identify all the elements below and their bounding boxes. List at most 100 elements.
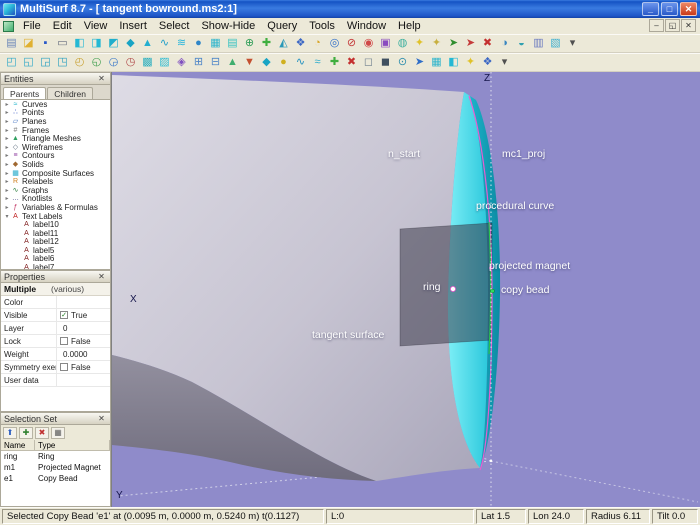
close-icon[interactable]: ✕ <box>96 74 107 83</box>
property-value[interactable]: True <box>57 311 110 320</box>
entities-tree[interactable]: ▸ ≈ Curves ▸ ∴ Points ▸ ▱ <box>0 99 111 270</box>
toolbar-button[interactable]: ▲ <box>224 54 241 71</box>
mdi-restore-button[interactable]: ◱ <box>665 19 680 32</box>
label-ring[interactable]: ring <box>423 281 441 293</box>
toolbar-button[interactable]: ⊞ <box>190 54 207 71</box>
tree-item[interactable]: ▸ ≈ Curves <box>1 100 110 109</box>
tree-item[interactable]: ▸ ≡ Contours <box>1 152 110 161</box>
property-row[interactable]: Layer 0 <box>1 322 110 335</box>
property-checkbox[interactable] <box>60 337 68 345</box>
toolbar-button[interactable]: ✦ <box>428 35 445 52</box>
toolbar-button[interactable]: ◭ <box>275 35 292 52</box>
tree-expander-icon[interactable]: ▸ <box>3 127 11 134</box>
label-copy-bead[interactable]: copy bead <box>501 284 549 296</box>
tree-item[interactable]: ▸ ▦ Composite Surfaces <box>1 169 110 178</box>
toolbar-button[interactable]: ∿ <box>156 35 173 52</box>
toolbar-button[interactable]: ◪ <box>20 35 37 52</box>
menu-item[interactable]: View <box>78 19 114 33</box>
toolbar-button[interactable]: ➤ <box>462 35 479 52</box>
tree-expander-icon[interactable]: ▾ <box>3 213 11 220</box>
property-value[interactable] <box>57 298 110 306</box>
toolbar-button[interactable]: ◵ <box>88 54 105 71</box>
property-value[interactable]: 0.0000 <box>57 350 110 359</box>
toolbar-button[interactable]: ◰ <box>3 54 20 71</box>
toolbar-button[interactable]: ◒ <box>513 35 530 52</box>
property-value[interactable]: False <box>57 337 110 346</box>
toolbar-button[interactable]: ◴ <box>71 54 88 71</box>
selection-tool-button[interactable]: ✚ <box>19 427 33 439</box>
3d-canvas[interactable] <box>112 72 700 507</box>
tree-item[interactable]: ▸ ∿ Graphs <box>1 186 110 195</box>
toolbar-button[interactable]: ▨ <box>156 54 173 71</box>
tree-item[interactable]: ▸ R Relabels <box>1 177 110 186</box>
menu-item[interactable]: Query <box>261 19 303 33</box>
label-tangent-surface[interactable]: tangent surface <box>312 329 384 341</box>
mdi-close-button[interactable]: ✕ <box>681 19 696 32</box>
toolbar-button[interactable]: ◩ <box>105 35 122 52</box>
toolbar-button[interactable]: ▤ <box>3 35 20 52</box>
toolbar-button[interactable]: ⊙ <box>394 54 411 71</box>
close-icon[interactable]: ✕ <box>96 272 107 281</box>
menu-item[interactable]: Select <box>153 19 196 33</box>
toolbar-button[interactable]: ▧ <box>547 35 564 52</box>
toolbar-button[interactable]: ▾ <box>564 35 581 52</box>
tree-item[interactable]: ▸ … Knotlists <box>1 195 110 204</box>
maximize-button[interactable]: □ <box>661 2 678 16</box>
menu-item[interactable]: File <box>17 19 47 33</box>
toolbar-button[interactable]: ◧ <box>445 54 462 71</box>
toolbar-button[interactable]: ◧ <box>71 35 88 52</box>
toolbar-button[interactable]: ▤ <box>224 35 241 52</box>
property-row[interactable]: Lock False <box>1 335 110 348</box>
label-projected-magnet[interactable]: projected magnet <box>489 260 570 272</box>
toolbar-button[interactable]: ◲ <box>37 54 54 71</box>
column-type[interactable]: Type <box>35 440 110 450</box>
copy-bead-marker[interactable] <box>491 289 495 293</box>
tree-expander-icon[interactable]: ▸ <box>3 178 11 185</box>
toolbar-button[interactable]: ∿ <box>292 54 309 71</box>
property-row[interactable]: Visible True <box>1 309 110 322</box>
toolbar-button[interactable]: ▥ <box>530 35 547 52</box>
tree-expander-icon[interactable]: ▸ <box>3 204 11 211</box>
toolbar-button[interactable]: ▦ <box>207 35 224 52</box>
property-value[interactable]: 0 <box>57 324 110 333</box>
property-row[interactable]: Color <box>1 296 110 309</box>
tree-item[interactable]: A label11 <box>1 229 110 238</box>
tree-expander-icon[interactable]: ▸ <box>3 135 11 142</box>
tree-item[interactable]: ▸ ƒ Variables & Formulas <box>1 203 110 212</box>
toolbar-button[interactable]: ▲ <box>139 35 156 52</box>
toolbar-button[interactable]: ➤ <box>445 35 462 52</box>
toolbar-button[interactable]: ◔ <box>309 35 326 52</box>
tree-expander-icon[interactable]: ▸ <box>3 144 11 151</box>
menu-item[interactable]: Edit <box>47 19 78 33</box>
property-row[interactable]: Weight 0.0000 <box>1 348 110 361</box>
toolbar-button[interactable]: ✚ <box>258 35 275 52</box>
toolbar-button[interactable]: ◈ <box>173 54 190 71</box>
mdi-minimize-button[interactable]: – <box>649 19 664 32</box>
toolbar-button[interactable]: ▣ <box>377 35 394 52</box>
toolbar-button[interactable]: ⊟ <box>207 54 224 71</box>
selection-row[interactable]: m1 Projected Magnet <box>1 462 110 473</box>
tab-parents[interactable]: Parents <box>3 87 46 99</box>
tangent-surface-plane[interactable] <box>400 223 492 346</box>
menu-item[interactable]: Tools <box>303 19 341 33</box>
toolbar-button[interactable]: ◼ <box>377 54 394 71</box>
toolbar-button[interactable]: ✚ <box>326 54 343 71</box>
toolbar-button[interactable]: ⊘ <box>343 35 360 52</box>
menu-item[interactable]: Help <box>392 19 427 33</box>
toolbar-button[interactable]: ◻ <box>360 54 377 71</box>
selection-tool-button[interactable]: ▦ <box>51 427 65 439</box>
toolbar-button[interactable]: ◳ <box>54 54 71 71</box>
property-row[interactable]: Symmetry exempt False <box>1 361 110 374</box>
selection-tool-button[interactable]: ✖ <box>35 427 49 439</box>
toolbar-button[interactable]: ❖ <box>479 54 496 71</box>
toolbar-button[interactable]: ▩ <box>139 54 156 71</box>
menu-item[interactable]: Window <box>341 19 392 33</box>
toolbar-button[interactable]: ◆ <box>258 54 275 71</box>
selection-row[interactable]: e1 Copy Bead <box>1 473 110 484</box>
toolbar-button[interactable]: ≋ <box>173 35 190 52</box>
toolbar-button[interactable]: ✦ <box>462 54 479 71</box>
tree-item[interactable]: A label6 <box>1 255 110 264</box>
close-button[interactable]: ✕ <box>680 2 697 16</box>
label-mc1-proj[interactable]: mc1_proj <box>502 148 545 160</box>
toolbar-button[interactable]: ● <box>190 35 207 52</box>
